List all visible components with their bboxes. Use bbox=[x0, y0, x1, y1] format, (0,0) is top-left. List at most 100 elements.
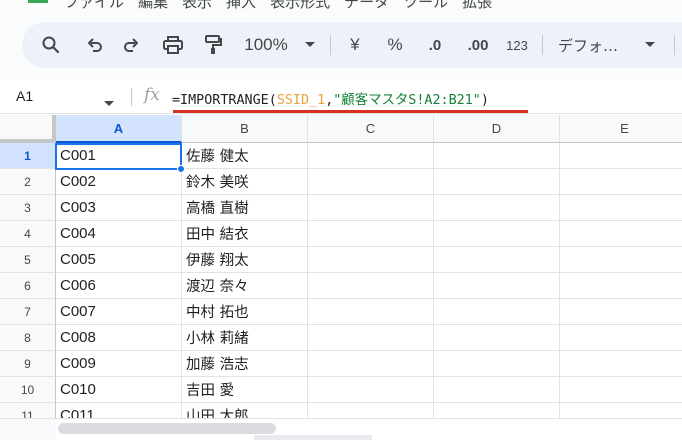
column-header-c[interactable]: C bbox=[308, 115, 434, 143]
cell-empty[interactable] bbox=[560, 143, 682, 169]
row-header[interactable]: 4 bbox=[0, 221, 56, 247]
menu-item[interactable]: 拡張 bbox=[462, 0, 492, 12]
column-header-d[interactable]: D bbox=[434, 115, 560, 143]
menu-item[interactable]: 表示形式 bbox=[270, 0, 330, 12]
row-header[interactable]: 3 bbox=[0, 195, 56, 221]
cell-b[interactable]: 田中 結衣 bbox=[182, 221, 308, 247]
row-header[interactable]: 7 bbox=[0, 299, 56, 325]
cell-empty[interactable] bbox=[560, 299, 682, 325]
cell-empty[interactable] bbox=[560, 169, 682, 195]
print-icon[interactable] bbox=[158, 22, 188, 68]
row-header[interactable]: 2 bbox=[0, 169, 56, 195]
cell-empty[interactable] bbox=[308, 299, 434, 325]
cell-b[interactable]: 渡辺 奈々 bbox=[182, 273, 308, 299]
cell-empty[interactable] bbox=[434, 143, 560, 169]
menu-item[interactable]: 編集 bbox=[138, 0, 168, 12]
formula-highlight-underline bbox=[173, 110, 528, 113]
cell-empty[interactable] bbox=[434, 325, 560, 351]
name-box-dropdown-icon[interactable] bbox=[104, 94, 114, 112]
formula-input[interactable]: =IMPORTRANGE(SSID_1,"顧客マスタS!A2:B21") bbox=[172, 88, 489, 108]
menu-item[interactable]: ファイル bbox=[64, 0, 124, 12]
paint-format-icon[interactable] bbox=[198, 22, 228, 68]
column-header-a[interactable]: A bbox=[56, 115, 182, 143]
menu-item[interactable]: データ bbox=[344, 0, 389, 12]
cell-b[interactable]: 中村 拓也 bbox=[182, 299, 308, 325]
row-header[interactable]: 1 bbox=[0, 143, 56, 169]
undo-icon[interactable] bbox=[80, 22, 110, 68]
cell-b[interactable]: 鈴木 美咲 bbox=[182, 169, 308, 195]
row-header[interactable]: 5 bbox=[0, 247, 56, 273]
cell-a[interactable]: C008 bbox=[56, 325, 182, 351]
search-icon[interactable] bbox=[36, 22, 66, 68]
table-row: 1 C001 佐藤 健太 bbox=[0, 143, 682, 169]
cell-empty[interactable] bbox=[308, 325, 434, 351]
cell-empty[interactable] bbox=[308, 273, 434, 299]
decrease-decimal-button[interactable]: .0 bbox=[420, 22, 450, 68]
cell-empty[interactable] bbox=[434, 299, 560, 325]
cell-empty[interactable] bbox=[308, 351, 434, 377]
cell-a[interactable]: C003 bbox=[56, 195, 182, 221]
cell-empty[interactable] bbox=[434, 351, 560, 377]
cell-empty[interactable] bbox=[308, 195, 434, 221]
row-header[interactable]: 10 bbox=[0, 377, 56, 403]
currency-format-button[interactable]: ¥ bbox=[342, 22, 368, 68]
row-header[interactable]: 9 bbox=[0, 351, 56, 377]
redo-icon[interactable] bbox=[116, 22, 146, 68]
cell-a[interactable]: C010 bbox=[56, 377, 182, 403]
cell-empty[interactable] bbox=[434, 377, 560, 403]
cell-a[interactable]: C007 bbox=[56, 299, 182, 325]
column-header-e[interactable]: E bbox=[560, 115, 682, 143]
cell-a[interactable]: C005 bbox=[56, 247, 182, 273]
cell-b[interactable]: 佐藤 健太 bbox=[182, 143, 308, 169]
cell-empty[interactable] bbox=[434, 221, 560, 247]
cell-empty[interactable] bbox=[560, 247, 682, 273]
fx-icon: fx bbox=[144, 85, 160, 105]
select-all-corner[interactable] bbox=[0, 115, 56, 143]
row-header[interactable]: 8 bbox=[0, 325, 56, 351]
cell-b[interactable]: 高橋 直樹 bbox=[182, 195, 308, 221]
cell-a[interactable]: C004 bbox=[56, 221, 182, 247]
cell-empty[interactable] bbox=[560, 377, 682, 403]
formula-range-ref: SSID_1 bbox=[276, 93, 326, 108]
cell-a[interactable]: C001 bbox=[56, 143, 182, 169]
cell-empty[interactable] bbox=[308, 377, 434, 403]
percent-format-button[interactable]: % bbox=[382, 22, 408, 68]
menu-item[interactable]: 表示 bbox=[182, 0, 212, 12]
cell-a[interactable]: C006 bbox=[56, 273, 182, 299]
menu-item[interactable]: 挿入 bbox=[226, 0, 256, 12]
number-format-button[interactable]: 123 bbox=[500, 22, 534, 68]
scrollbar-thumb[interactable] bbox=[58, 423, 276, 434]
cell-empty[interactable] bbox=[308, 169, 434, 195]
font-select[interactable]: デフォ… bbox=[558, 22, 638, 68]
column-header-b[interactable]: B bbox=[182, 115, 308, 143]
cell-b[interactable]: 加藤 浩志 bbox=[182, 351, 308, 377]
cell-a[interactable]: C002 bbox=[56, 169, 182, 195]
cell-empty[interactable] bbox=[308, 143, 434, 169]
cell-a[interactable]: C009 bbox=[56, 351, 182, 377]
cell-empty[interactable] bbox=[434, 247, 560, 273]
horizontal-scrollbar[interactable] bbox=[0, 418, 682, 440]
fill-handle[interactable] bbox=[177, 165, 185, 173]
cell-empty[interactable] bbox=[560, 273, 682, 299]
cell-empty[interactable] bbox=[308, 221, 434, 247]
increase-decimal-button[interactable]: .00 bbox=[460, 22, 496, 68]
font-dropdown-icon[interactable] bbox=[640, 22, 660, 68]
cell-empty[interactable] bbox=[434, 273, 560, 299]
cell-empty[interactable] bbox=[308, 247, 434, 273]
cell-empty[interactable] bbox=[434, 169, 560, 195]
cell-empty[interactable] bbox=[560, 221, 682, 247]
menu-item[interactable]: ツール bbox=[403, 0, 448, 12]
name-box[interactable]: A1 bbox=[16, 88, 33, 104]
sheet-grid[interactable]: ABCDE 1 C001 佐藤 健太 2 C002 鈴木 美咲 3 C003 高橋 直樹 4 C00… bbox=[0, 115, 682, 420]
cell-b[interactable]: 吉田 愛 bbox=[182, 377, 308, 403]
cell-empty[interactable] bbox=[560, 325, 682, 351]
zoom-select[interactable]: 100% bbox=[240, 22, 292, 68]
cell-empty[interactable] bbox=[560, 351, 682, 377]
cell-b[interactable]: 伊藤 翔太 bbox=[182, 247, 308, 273]
cell-empty[interactable] bbox=[560, 195, 682, 221]
zoom-dropdown-icon[interactable] bbox=[300, 22, 320, 68]
table-row: 4 C004 田中 結衣 bbox=[0, 221, 682, 247]
row-header[interactable]: 6 bbox=[0, 273, 56, 299]
cell-b[interactable]: 小林 莉緒 bbox=[182, 325, 308, 351]
cell-empty[interactable] bbox=[434, 195, 560, 221]
